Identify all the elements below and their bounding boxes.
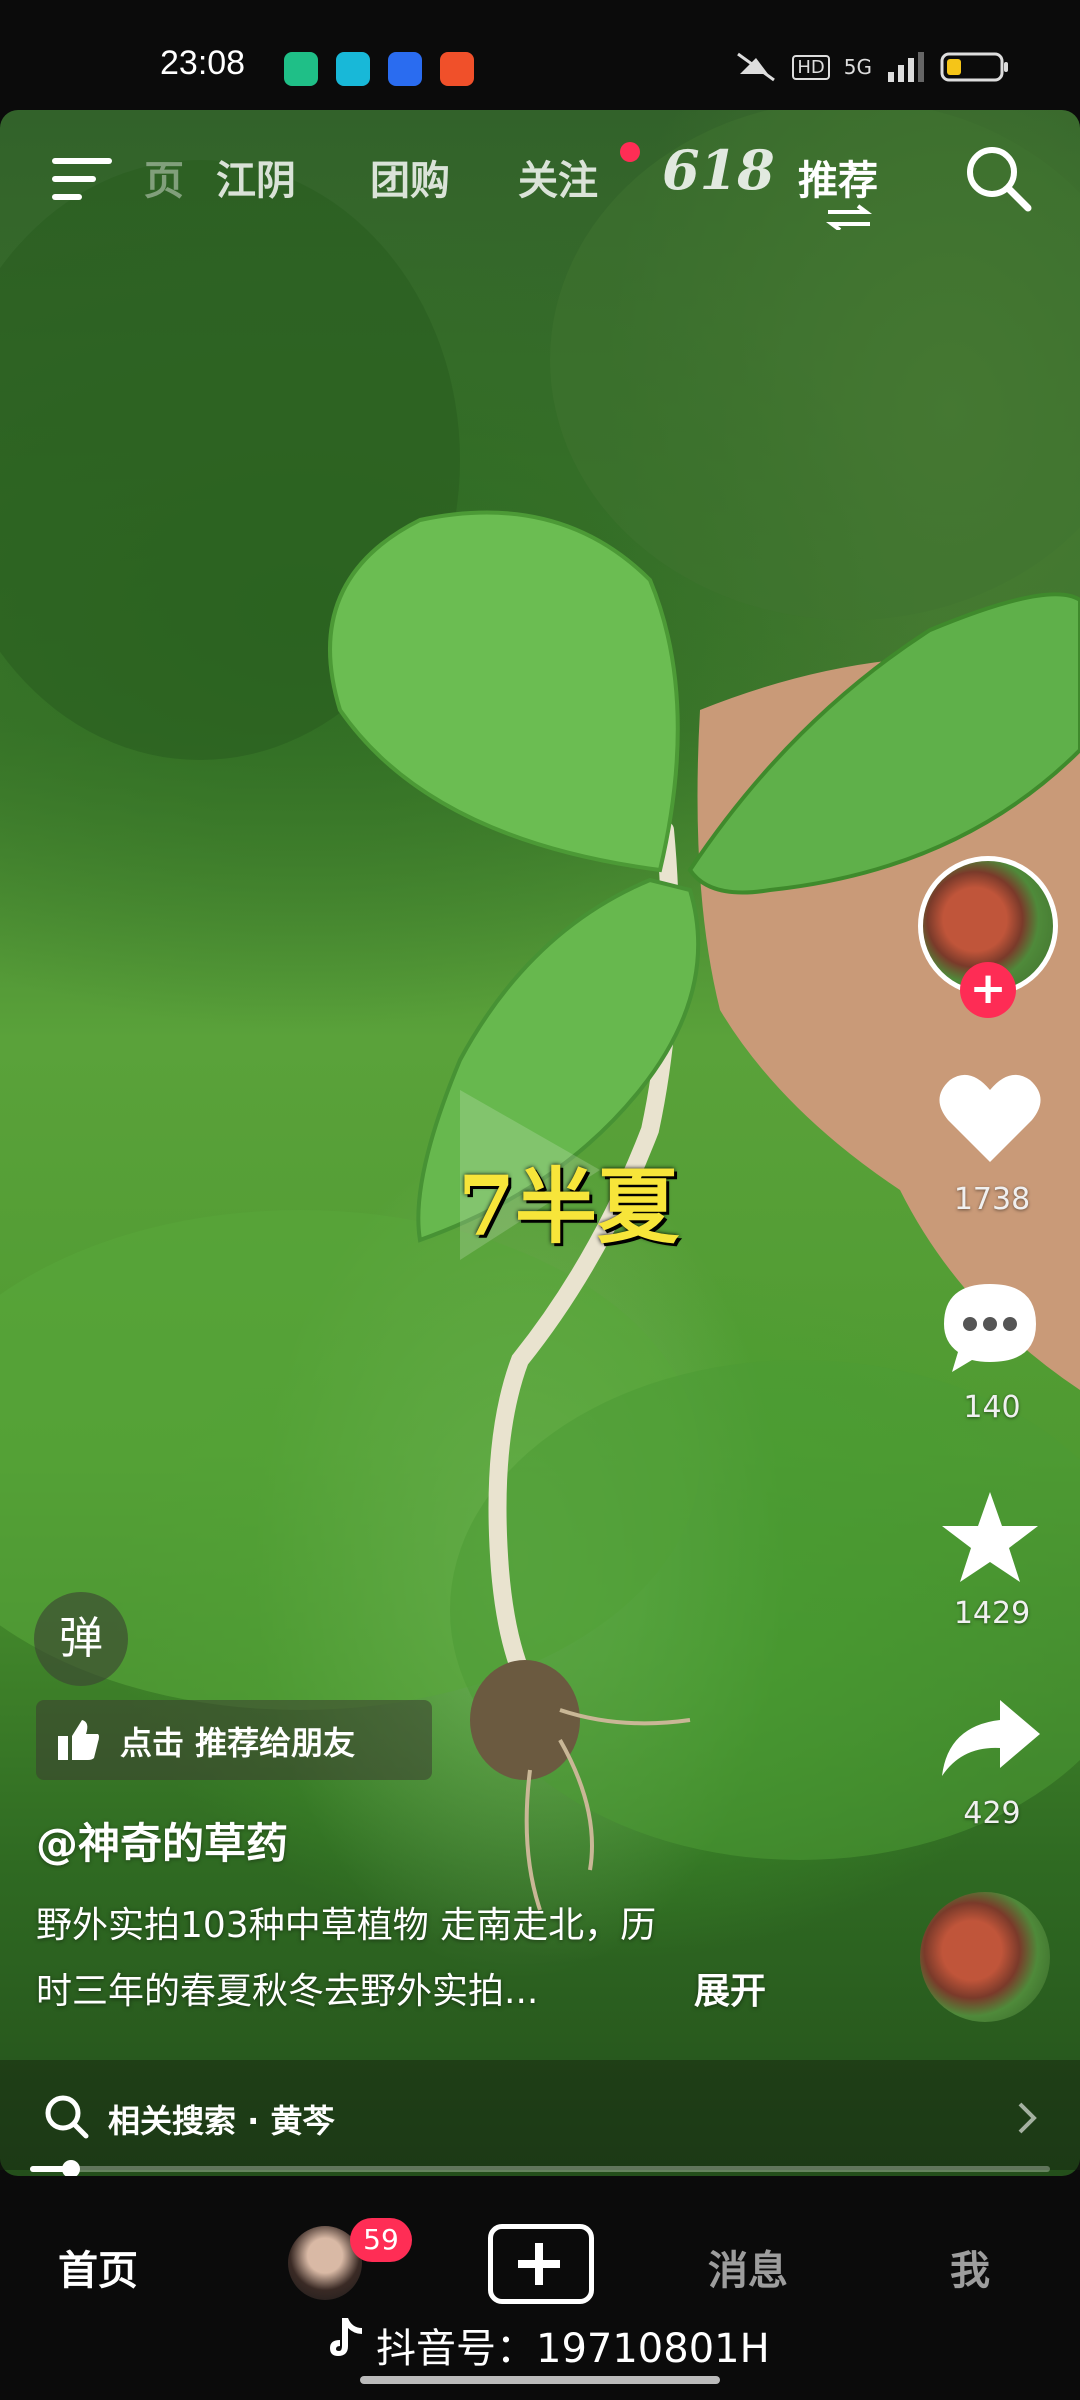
related-search-label: 相关搜索 · 黄芩 bbox=[108, 2102, 335, 2140]
video-caption: 7半夏 bbox=[458, 1159, 680, 1255]
status-icons: HD 5G bbox=[734, 50, 1010, 84]
comment-icon[interactable] bbox=[940, 1280, 1040, 1376]
top-nav: 页 江阴 团购 关注 618 推荐 bbox=[0, 130, 1080, 230]
tab-following[interactable]: 关注 bbox=[518, 148, 598, 206]
following-dot bbox=[620, 142, 640, 162]
douyin-id: 抖音号：19710801H bbox=[376, 2326, 770, 2372]
network-label: 5G bbox=[843, 55, 872, 79]
battery-app-icon bbox=[284, 52, 318, 86]
thumbs-up-icon bbox=[58, 1720, 99, 1760]
tab-truncated[interactable]: 页 bbox=[144, 148, 184, 206]
share-icon[interactable] bbox=[938, 1696, 1044, 1782]
danmaku-toggle[interactable]: 弹 bbox=[34, 1592, 128, 1686]
friends-badge: 59 bbox=[350, 2218, 412, 2262]
home-app-icon bbox=[336, 52, 370, 86]
related-search-icon bbox=[45, 2095, 89, 2139]
recommend-button[interactable]: 点击 推荐给朋友 bbox=[36, 1700, 432, 1780]
switch-arrows-icon[interactable] bbox=[826, 204, 872, 230]
status-bar: 23:08 HD 5G bbox=[0, 0, 1080, 110]
plus-icon bbox=[518, 2243, 560, 2285]
menu-icon[interactable] bbox=[52, 154, 114, 204]
follow-plus-button[interactable]: + bbox=[960, 962, 1016, 1018]
home-indicator[interactable] bbox=[360, 2376, 720, 2384]
music-disc[interactable] bbox=[920, 1892, 1050, 2022]
battery-icon bbox=[940, 52, 1008, 82]
like-count: 1738 bbox=[953, 1182, 1031, 1217]
douyin-logo-icon bbox=[330, 2318, 362, 2356]
signal-icon bbox=[888, 52, 924, 82]
author-username[interactable]: @神奇的草药 bbox=[36, 1810, 288, 1871]
tab-recommend[interactable]: 推荐 bbox=[798, 148, 878, 206]
description-line-2: 时三年的春夏秋冬去野外实拍... bbox=[36, 1971, 539, 2012]
share-count: 429 bbox=[963, 1796, 1021, 1831]
tab-618[interactable]: 618 bbox=[662, 138, 775, 202]
favorite-count: 1429 bbox=[953, 1596, 1031, 1631]
create-button[interactable] bbox=[488, 2224, 594, 2304]
heart-icon[interactable] bbox=[938, 1070, 1042, 1166]
nav-messages[interactable]: 消息 bbox=[708, 2238, 788, 2296]
taobao-app-icon bbox=[440, 52, 474, 86]
clock: 23:08 bbox=[160, 44, 246, 82]
tab-group-buy[interactable]: 团购 bbox=[370, 148, 450, 206]
nav-me[interactable]: 我 bbox=[950, 2238, 990, 2296]
bottom-nav: 首页 59 消息 我 抖音号：19710801H bbox=[0, 2176, 1080, 2400]
expand-link[interactable]: 展开 bbox=[694, 1962, 766, 2014]
nav-home[interactable]: 首页 bbox=[58, 2238, 138, 2296]
description-line-1: 野外实拍103种中草植物 走南走北，历 bbox=[36, 1905, 657, 1946]
baidu-app-icon bbox=[388, 52, 422, 86]
comment-count: 140 bbox=[963, 1390, 1021, 1425]
mute-icon bbox=[737, 52, 776, 82]
hd-badge: HD bbox=[792, 54, 830, 80]
recommend-label: 点击 推荐给朋友 bbox=[120, 1724, 356, 1762]
chevron-right-icon bbox=[1018, 2102, 1037, 2134]
tab-jiangyin[interactable]: 江阴 bbox=[216, 148, 296, 206]
video-progress-track[interactable] bbox=[30, 2166, 1050, 2172]
related-search-bar[interactable]: 相关搜索 · 黄芩 bbox=[0, 2060, 1080, 2170]
search-icon[interactable] bbox=[964, 144, 1034, 214]
star-icon[interactable] bbox=[938, 1488, 1042, 1586]
